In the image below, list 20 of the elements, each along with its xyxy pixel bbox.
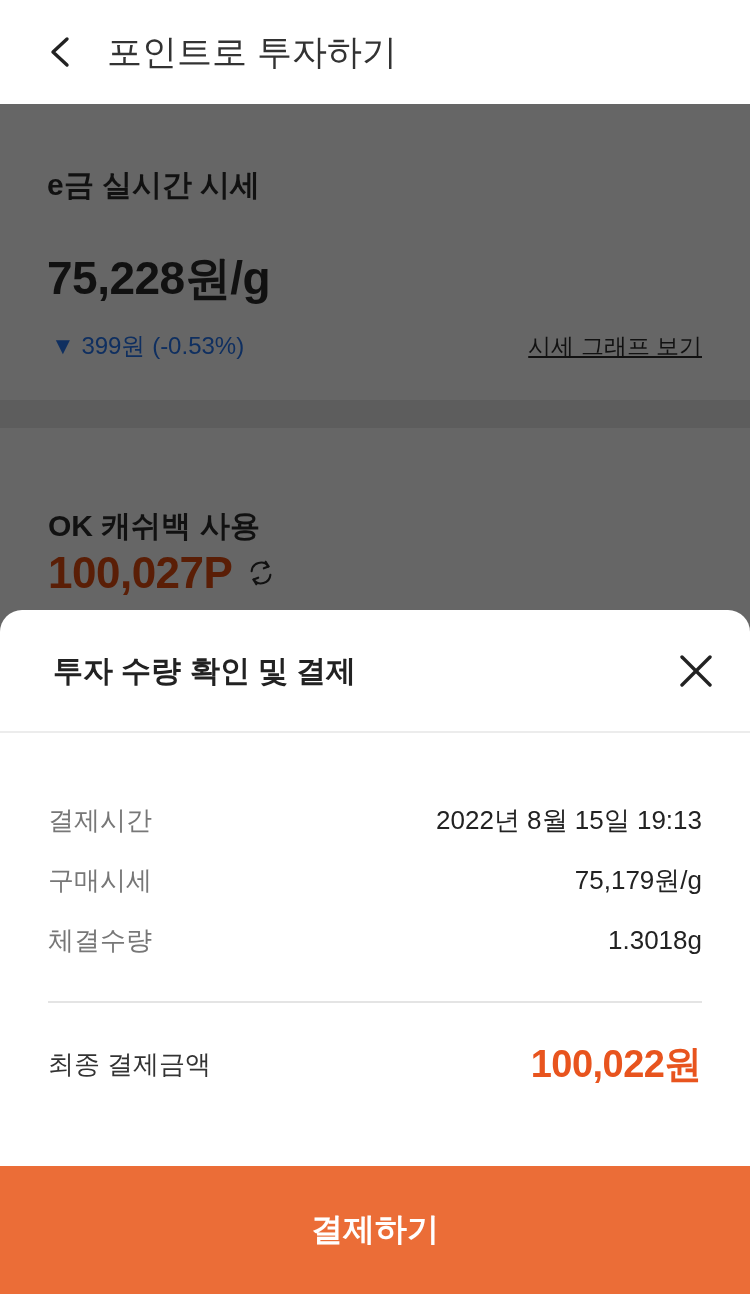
detail-label: 구매시세 [48,863,152,897]
close-icon [680,654,712,687]
total-label: 최종 결제금액 [48,1047,212,1081]
pay-button[interactable]: 결제하기 [0,1166,750,1294]
detail-value: 2022년 8월 15일 19:13 [436,803,702,837]
detail-value: 1.3018g [608,924,702,956]
card-title: OK 캐쉬백 사용 [48,508,261,544]
detail-value: 75,179원/g [574,863,702,897]
price-change: ▼ 399원 (-0.53%) [50,331,245,361]
card-title: e금 실시간 시세 [47,167,262,203]
detail-label: 결제시간 [48,803,152,837]
page-title: 포인트로 투자하기 [107,31,397,73]
detail-label: 체결수량 [48,923,152,957]
back-icon[interactable] [48,36,72,68]
price-value: 75,228원/g [47,251,272,306]
sheet-title: 투자 수량 확인 및 결제 [53,652,357,689]
close-button[interactable] [680,654,712,687]
total-amount: 100,022원 [530,1041,702,1087]
price-graph-link[interactable]: 시세 그래프 보기 [528,330,702,362]
points-value: 100,027P [48,548,233,598]
